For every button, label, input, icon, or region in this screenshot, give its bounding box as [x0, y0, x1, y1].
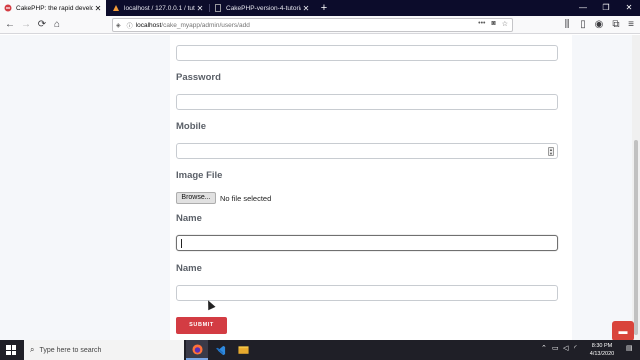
- back-arrow-icon[interactable]: ←: [3, 18, 17, 32]
- url-bar[interactable]: ◈ ⓘ localhost /cake_myapp/admin/users/ad…: [112, 18, 513, 32]
- tab-close-icon[interactable]: ✕: [195, 4, 205, 13]
- document-favicon-icon: [214, 4, 222, 12]
- page-viewport: Password Mobile ▲ ▼ Image File Browse... …: [0, 35, 640, 340]
- tab-label: localhost / 127.0.0.1 / tutorial: [124, 4, 195, 12]
- pocket-icon[interactable]: ◙: [491, 20, 495, 28]
- minimize-button[interactable]: —: [572, 0, 594, 16]
- clock-date: 4/13/2020: [589, 351, 615, 357]
- reload-icon[interactable]: ⟳: [35, 18, 49, 32]
- new-tab-button[interactable]: +: [318, 1, 330, 15]
- mobile-input[interactable]: ▲ ▼: [176, 143, 558, 159]
- volume-icon[interactable]: ◁: [563, 344, 568, 352]
- wifi-icon[interactable]: ◜: [574, 344, 577, 352]
- close-window-button[interactable]: ✕: [618, 0, 640, 16]
- windows-start-icon[interactable]: [6, 345, 16, 355]
- url-host: localhost: [135, 21, 162, 29]
- file-status-text: No file selected: [220, 194, 272, 203]
- scrollbar-thumb[interactable]: [634, 140, 638, 335]
- tab-phpmyadmin[interactable]: localhost / 127.0.0.1 / tutorial ✕: [108, 0, 208, 16]
- mobile-label: Mobile: [176, 121, 207, 132]
- clock-time: 8:30 PM: [591, 343, 613, 349]
- notifications-icon[interactable]: ▤: [626, 344, 633, 352]
- search-icon: ⌕: [30, 345, 35, 354]
- home-icon[interactable]: ⌂: [50, 18, 64, 32]
- scrollbar[interactable]: [632, 35, 640, 340]
- more-icon[interactable]: •••: [478, 20, 485, 28]
- extensions-icon[interactable]: ⧉: [609, 18, 623, 32]
- chevron-up-icon[interactable]: ⌃: [541, 344, 547, 352]
- vscode-icon[interactable]: [209, 340, 231, 360]
- name-label: Name: [176, 213, 202, 224]
- name-input-2[interactable]: [176, 285, 558, 301]
- navigation-bar: ← → ⟳ ⌂ ◈ ⓘ localhost /cake_myapp/admin/…: [0, 16, 640, 34]
- name-label-2: Name: [176, 263, 202, 274]
- image-file-label: Image File: [176, 170, 223, 181]
- previous-text-input[interactable]: [176, 45, 558, 61]
- library-icon[interactable]: ⫼: [560, 18, 574, 32]
- number-spinner-icon[interactable]: ▲ ▼: [548, 147, 554, 156]
- password-label: Password: [176, 72, 221, 83]
- tab-cakephp[interactable]: CakePHP: the rapid developme ✕: [0, 0, 106, 16]
- tab-tutorial-doc[interactable]: CakePHP-version-4-tutorial-lo ✕: [210, 0, 314, 16]
- info-icon[interactable]: ⓘ: [127, 21, 133, 30]
- phpmyadmin-favicon-icon: [112, 4, 120, 12]
- taskbar-clock[interactable]: 8:30 PM 4/13/2020: [585, 342, 619, 358]
- maximize-button[interactable]: ❐: [595, 0, 617, 16]
- tab-label: CakePHP: the rapid developme: [16, 4, 93, 12]
- firefox-icon[interactable]: [186, 340, 208, 360]
- taskbar-search[interactable]: ⌕ Type here to search: [24, 340, 184, 360]
- cakephp-favicon-icon: [4, 4, 12, 12]
- tab-close-icon[interactable]: ✕: [93, 4, 103, 13]
- tab-close-icon[interactable]: ✕: [301, 4, 311, 13]
- search-placeholder: Type here to search: [39, 346, 102, 354]
- network-icon[interactable]: ▭: [552, 344, 559, 352]
- user-add-form: Password Mobile ▲ ▼ Image File Browse... …: [170, 35, 572, 340]
- name-input[interactable]: [176, 235, 558, 251]
- menu-icon[interactable]: ≡: [624, 18, 638, 32]
- file-explorer-icon[interactable]: [232, 340, 254, 360]
- password-input[interactable]: [176, 94, 558, 110]
- taskbar: ⌕ Type here to search ⌃ ▭ ◁ ◜ 8:30 PM 4/…: [0, 340, 640, 360]
- tab-strip: CakePHP: the rapid developme ✕ localhost…: [0, 0, 640, 16]
- tab-label: CakePHP-version-4-tutorial-lo: [226, 4, 301, 12]
- browse-button[interactable]: Browse...: [176, 192, 216, 204]
- shield-icon[interactable]: ◈: [116, 22, 121, 29]
- account-icon[interactable]: ◉: [592, 18, 606, 32]
- url-actions: ••• ◙ ☆: [478, 20, 508, 28]
- forward-arrow-icon[interactable]: →: [19, 18, 33, 32]
- text-caret: [181, 239, 182, 248]
- bookmark-star-icon[interactable]: ☆: [502, 20, 508, 28]
- submit-button[interactable]: SUBMIT: [176, 317, 227, 334]
- sidebar-icon[interactable]: ▯: [576, 18, 590, 32]
- url-path: /cake_myapp/admin/users/add: [161, 21, 250, 29]
- cakephp-logo-icon: ▬: [612, 321, 634, 341]
